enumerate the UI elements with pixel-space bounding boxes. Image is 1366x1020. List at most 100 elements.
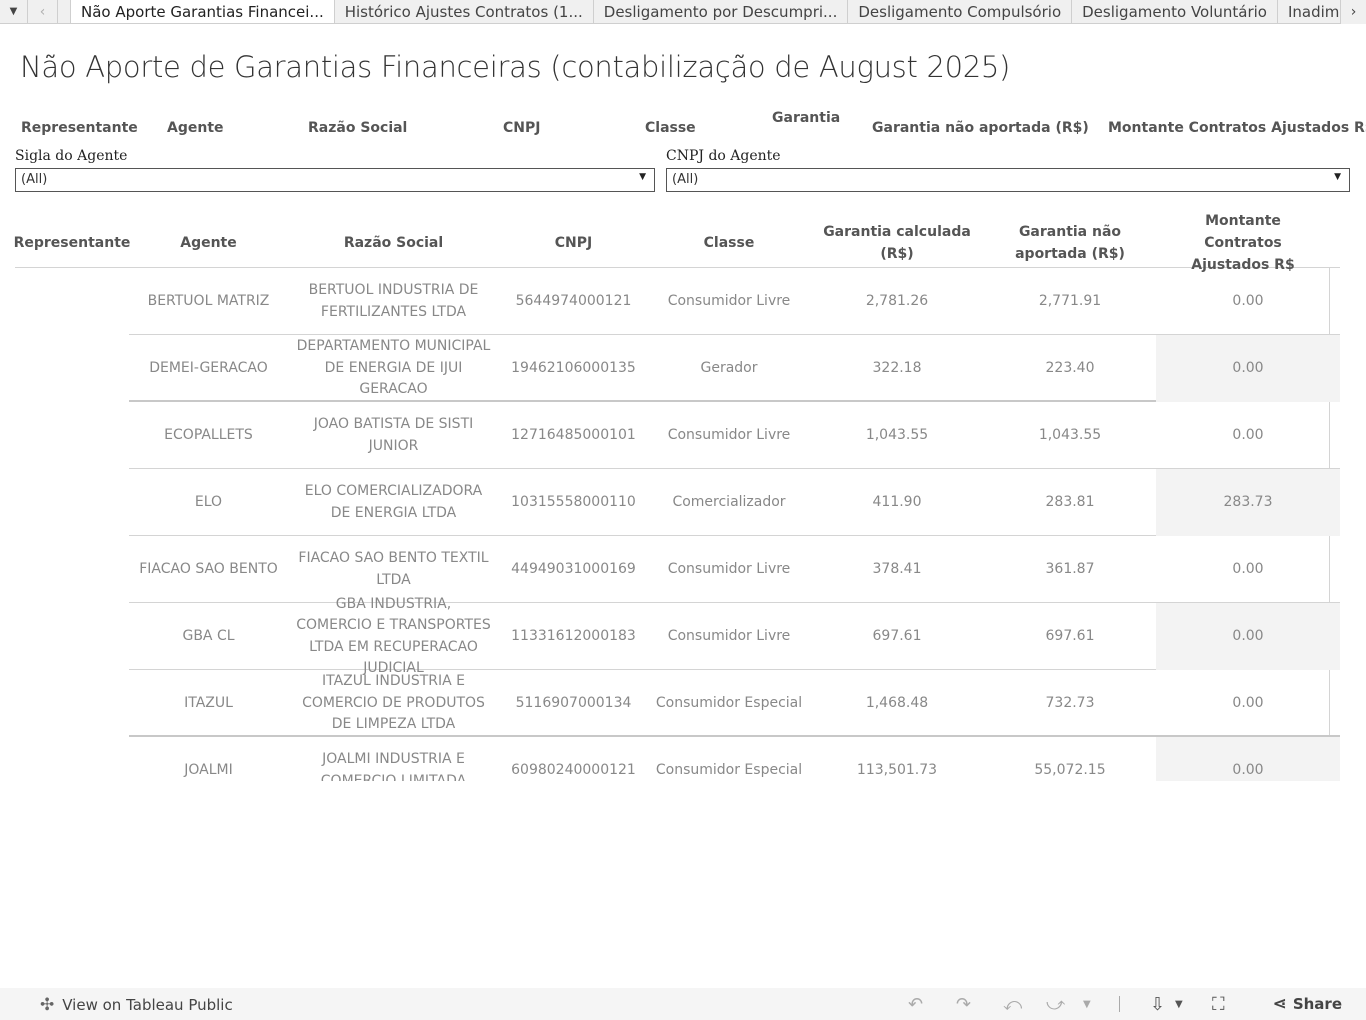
- cell-garantia-calculada: 1,468.48: [865, 694, 929, 711]
- share-button[interactable]: ⋖ Share: [1273, 994, 1342, 1014]
- cell-agente: JOALMI: [184, 761, 233, 778]
- fullscreen-icon[interactable]: ⛶: [1212, 994, 1225, 1015]
- cell-garantia-calculada: 113,501.73: [856, 761, 938, 778]
- col-header-cnpj: CNPJ: [554, 235, 593, 251]
- download-dropdown-icon[interactable]: ▼: [1175, 999, 1183, 1010]
- cell-cnpj: 5116907000134: [515, 694, 632, 711]
- cell-cnpj: 11331612000183: [511, 627, 636, 644]
- view-on-tableau-link[interactable]: ✣ View on Tableau Public: [40, 995, 233, 1015]
- tab-historico-ajustes[interactable]: Histórico Ajustes Contratos (1...: [335, 0, 594, 23]
- cell-montante: 0.00: [1232, 292, 1264, 309]
- floating-header-garantia-calculada: Garantia: [772, 110, 841, 126]
- footer-toolbar: ✣ View on Tableau Public ↶ ↷ ⤺ ⤻ ▼ ⇩ ▼ ⛶…: [0, 988, 1366, 1020]
- caret-down-icon: ▼: [639, 172, 646, 182]
- cell-razao-social: JOALMI INDUSTRIA E COMERCIO LIMITADA: [320, 751, 467, 781]
- cell-garantia-calculada: 378.41: [872, 560, 922, 577]
- download-icon[interactable]: ⇩: [1150, 994, 1165, 1015]
- floating-header-representante: Representante: [21, 120, 138, 136]
- cell-agente: BERTUOL MATRIZ: [147, 292, 270, 309]
- refresh-icon[interactable]: ⤻: [1046, 994, 1065, 1015]
- col-header-garantia-calculada: Garantia calculada (R$): [823, 224, 971, 262]
- toolbar-separator: [1119, 996, 1120, 1012]
- cell-montante: 0.00: [1156, 335, 1340, 402]
- cell-razao-social: BERTUOL INDUSTRIA DE FERTILIZANTES LTDA: [308, 282, 479, 320]
- cell-agente: ITAZUL: [184, 694, 233, 711]
- cell-montante: 0.00: [1156, 603, 1340, 670]
- table-row[interactable]: ECOPALLETS JOAO BATISTA DE SISTI JUNIOR 12…: [129, 402, 1340, 469]
- table-row[interactable]: ELO ELO COMERCIALIZADORA DE ENERGIA LTDA 1…: [129, 469, 1340, 536]
- tab-nao-aporte[interactable]: Não Aporte Garantias Financei...: [70, 0, 335, 23]
- tableau-logo-icon: ✣: [40, 995, 55, 1015]
- table-header: Representante Agente Razão Social CNPJ C…: [13, 213, 1340, 273]
- cell-classe: Consumidor Especial: [655, 694, 803, 711]
- floating-header-garantia-nao-aportada: Garantia não aportada (R$): [872, 120, 1089, 136]
- col-header-razao-social: Razão Social: [343, 235, 444, 251]
- cell-montante: 0.00: [1232, 426, 1264, 443]
- tab-desligamento-compulsorio[interactable]: Desligamento Compulsório: [848, 0, 1073, 23]
- revert-icon[interactable]: ⤺: [1003, 994, 1022, 1015]
- col-header-montante: Montante Contratos Ajustados R$: [1191, 213, 1295, 273]
- caret-down-icon: ▼: [1334, 172, 1341, 182]
- cell-cnpj: 60980240000121: [511, 761, 636, 778]
- filter-sigla-agente: Sigla do Agente (All) ▼: [15, 148, 655, 192]
- tab-prev-icon[interactable]: ‹: [28, 0, 58, 23]
- filter-cnpj-value: (All): [672, 172, 699, 187]
- floating-header-montante: Montante Contratos Ajustados R$: [1108, 120, 1366, 136]
- cell-montante: 283.73: [1156, 469, 1340, 536]
- tab-bar: ▼ ‹ Não Aporte Garantias Financei... His…: [0, 0, 1366, 24]
- filter-cnpj-dropdown[interactable]: (All) ▼: [666, 168, 1350, 192]
- tab-list: Não Aporte Garantias Financei... Históri…: [70, 0, 1366, 23]
- cell-classe: Gerador: [700, 359, 758, 376]
- cell-cnpj: 44949031000169: [511, 560, 636, 577]
- tab-desligamento-voluntario[interactable]: Desligamento Voluntário: [1072, 0, 1278, 23]
- floating-header-row: Representante Agente Razão Social CNPJ C…: [0, 110, 1366, 140]
- cell-classe: Comercializador: [672, 493, 786, 510]
- cell-garantia-calculada: 411.90: [872, 493, 922, 510]
- table-row[interactable]: ITAZUL ITAZUL INDUSTRIA E COMERCIO DE PRO…: [129, 670, 1340, 737]
- cell-agente: ECOPALLETS: [164, 426, 253, 443]
- cell-cnpj: 19462106000135: [511, 359, 636, 376]
- cell-garantia-calculada: 1,043.55: [865, 426, 929, 443]
- cell-classe: Consumidor Livre: [667, 292, 791, 309]
- table-row[interactable]: BERTUOL MATRIZ BERTUOL INDUSTRIA DE FERTI…: [129, 268, 1340, 335]
- cell-razao-social: ITAZUL INDUSTRIA E COMERCIO DE PRODUTOS …: [302, 673, 485, 733]
- cell-agente: ELO: [194, 493, 223, 510]
- share-icon: ⋖: [1272, 994, 1287, 1014]
- undo-icon[interactable]: ↶: [908, 994, 923, 1015]
- cell-montante: 0.00: [1232, 694, 1264, 711]
- tab-menu-dropdown-icon[interactable]: ▼: [0, 0, 28, 23]
- cell-garantia-nao-aportada: 55,072.15: [1034, 761, 1106, 778]
- floating-header-agente: Agente: [167, 120, 224, 136]
- cell-classe: Consumidor Especial: [655, 761, 803, 778]
- col-header-representante: Representante: [13, 235, 131, 251]
- cell-agente: FIACAO SAO BENTO: [139, 560, 278, 577]
- cell-garantia-nao-aportada: 697.61: [1045, 627, 1095, 644]
- filter-cnpj-agente: CNPJ do Agente (All) ▼: [666, 148, 1350, 192]
- cell-garantia-calculada: 697.61: [872, 627, 922, 644]
- table-row[interactable]: DEMEI-GERACAO DEPARTAMENTO MUNICIPAL DE E…: [129, 335, 1340, 402]
- view-on-tableau-label: View on Tableau Public: [62, 996, 233, 1014]
- floating-header-razao-social: Razão Social: [308, 120, 408, 136]
- table-body[interactable]: BERTUOL MATRIZ BERTUOL INDUSTRIA DE FERTI…: [15, 268, 1340, 781]
- cell-cnpj: 12716485000101: [511, 426, 636, 443]
- cell-garantia-nao-aportada: 361.87: [1045, 560, 1095, 577]
- pause-dropdown-icon[interactable]: ▼: [1083, 999, 1091, 1010]
- cell-garantia-nao-aportada: 2,771.91: [1038, 292, 1102, 309]
- redo-icon[interactable]: ↷: [956, 994, 971, 1015]
- floating-header-classe: Classe: [645, 120, 696, 136]
- tab-next-icon[interactable]: ›: [1340, 0, 1366, 24]
- col-header-classe: Classe: [703, 235, 755, 251]
- cell-razao-social: DEPARTAMENTO MUNICIPAL DE ENERGIA DE IJU…: [296, 338, 491, 398]
- cell-garantia-nao-aportada: 1,043.55: [1038, 426, 1102, 443]
- cell-agente: GBA CL: [182, 627, 235, 644]
- cell-montante: 0.00: [1156, 737, 1340, 781]
- cell-agente: DEMEI-GERACAO: [149, 359, 268, 376]
- table-row[interactable]: JOALMI JOALMI INDUSTRIA E COMERCIO LIMITA…: [129, 737, 1340, 781]
- filter-sigla-dropdown[interactable]: (All) ▼: [15, 168, 655, 192]
- table-row[interactable]: GBA CL GBA INDUSTRIA, COMERCIO E TRANSPOR…: [129, 596, 1340, 676]
- share-label: Share: [1292, 995, 1342, 1013]
- cell-montante: 0.00: [1232, 560, 1264, 577]
- cell-classe: Consumidor Livre: [667, 426, 791, 443]
- filter-sigla-value: (All): [21, 172, 48, 187]
- tab-desligamento-descumprimento[interactable]: Desligamento por Descumpri...: [594, 0, 849, 23]
